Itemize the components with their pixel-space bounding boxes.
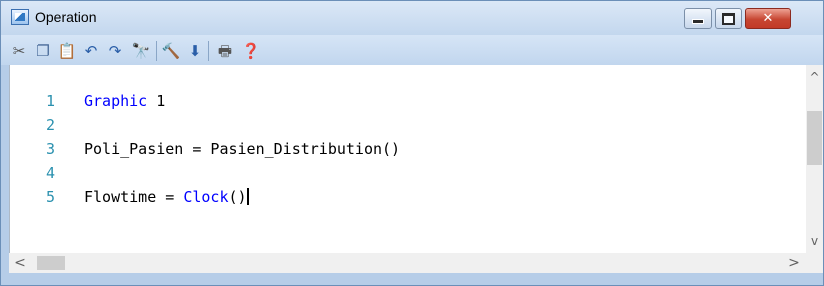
close-button[interactable]: ✕ bbox=[745, 8, 791, 29]
operation-window: Operation ✕ ✂ ❐ 📋 ↶ ↷ 🔭 🔨 ⬇ 🖶 ❓ 1 Graphic 1 2 3 Poli_… bbox=[0, 0, 824, 286]
line-number: 2 bbox=[46, 116, 56, 134]
minimize-button[interactable] bbox=[684, 8, 712, 29]
text-caret bbox=[246, 188, 249, 205]
toolbar-separator bbox=[208, 41, 209, 61]
code-text: Graphic 1 bbox=[84, 91, 165, 111]
window-app-icon bbox=[11, 9, 29, 25]
print-icon[interactable]: 🖶 bbox=[215, 41, 235, 61]
maximize-button[interactable] bbox=[715, 8, 742, 29]
build-icon[interactable]: 🔨 bbox=[161, 41, 181, 61]
code-text: Flowtime = Clock() bbox=[84, 187, 249, 207]
paste-icon[interactable]: 📋 bbox=[57, 41, 77, 61]
scroll-up-arrow[interactable]: ^ bbox=[806, 67, 823, 87]
help-icon[interactable]: ❓ bbox=[241, 41, 261, 61]
code-keyword: Clock bbox=[183, 188, 229, 206]
line-number: 3 bbox=[46, 140, 56, 158]
insert-icon[interactable]: ⬇ bbox=[185, 41, 205, 61]
code-token: 1 bbox=[147, 92, 166, 110]
line-number: 5 bbox=[46, 188, 56, 206]
code-line[interactable]: 3 Poli_Pasien = Pasien_Distribution() bbox=[10, 139, 800, 159]
line-number: 4 bbox=[46, 164, 56, 182]
code-line[interactable]: 1 Graphic 1 bbox=[10, 91, 800, 111]
scrollbar-corner bbox=[806, 253, 823, 273]
horizontal-scroll-thumb[interactable] bbox=[37, 256, 65, 270]
minimize-icon bbox=[692, 19, 704, 24]
code-token: Poli_Pasien = Pasien_Distribution() bbox=[84, 140, 401, 158]
scroll-down-arrow[interactable]: v bbox=[806, 231, 823, 251]
cut-icon[interactable]: ✂ bbox=[9, 41, 29, 61]
line-number: 1 bbox=[46, 92, 56, 110]
title-bar[interactable]: Operation ✕ bbox=[1, 1, 823, 35]
scroll-right-arrow[interactable]: > bbox=[785, 253, 803, 273]
copy-icon[interactable]: ❐ bbox=[33, 41, 53, 61]
redo-icon[interactable]: ↷ bbox=[105, 41, 125, 61]
scroll-left-arrow[interactable]: < bbox=[11, 253, 29, 273]
find-icon[interactable]: 🔭 bbox=[131, 41, 151, 61]
maximize-icon bbox=[722, 12, 735, 25]
code-token: Flowtime = bbox=[84, 188, 184, 206]
code-line[interactable]: 2 bbox=[10, 115, 800, 135]
code-text: Poli_Pasien = Pasien_Distribution() bbox=[84, 139, 400, 159]
horizontal-scrollbar[interactable]: < > bbox=[9, 253, 806, 273]
code-editor[interactable]: 1 Graphic 1 2 3 Poli_Pasien = Pasien_Distrib… bbox=[9, 65, 807, 253]
vertical-scroll-thumb[interactable] bbox=[807, 111, 822, 165]
code-keyword: Graphic bbox=[84, 92, 148, 110]
undo-icon[interactable]: ↶ bbox=[81, 41, 101, 61]
window-title: Operation bbox=[35, 9, 97, 25]
toolbar: ✂ ❐ 📋 ↶ ↷ 🔭 🔨 ⬇ 🖶 ❓ bbox=[1, 35, 823, 65]
code-line[interactable]: 5 Flowtime = Clock() bbox=[10, 187, 800, 207]
code-line[interactable]: 4 bbox=[10, 163, 800, 183]
close-icon: ✕ bbox=[762, 11, 774, 26]
vertical-scrollbar[interactable]: ^ v bbox=[806, 65, 823, 253]
toolbar-separator bbox=[156, 41, 157, 61]
code-token: () bbox=[228, 188, 247, 206]
